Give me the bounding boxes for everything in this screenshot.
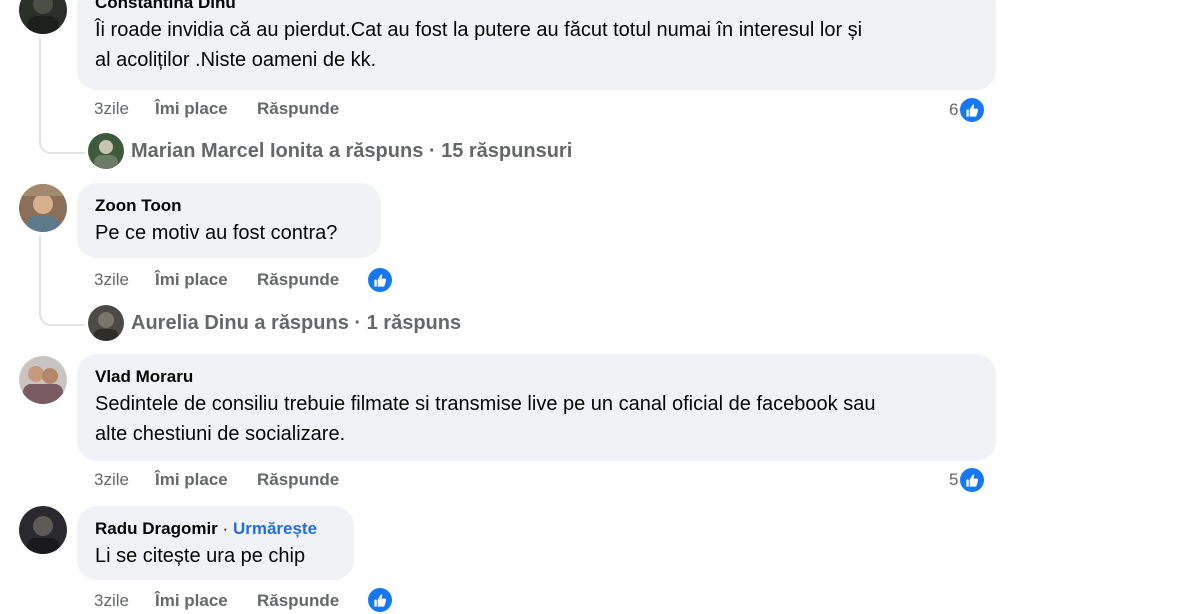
like-button[interactable]: Îmi place (155, 99, 257, 119)
avatar[interactable] (19, 184, 67, 232)
view-replies-link[interactable]: Aurelia Dinu a răspuns · 1 răspuns (88, 305, 461, 341)
like-thumb-icon (958, 96, 987, 124)
comment-bubble: Zoon Toon Pe ce motiv au fost contra? (77, 183, 381, 258)
reply-button[interactable]: Răspunde (257, 470, 339, 490)
follow-button[interactable]: Urmărește (233, 519, 317, 538)
thread-elbow (39, 290, 85, 326)
reaction-count-text: 5 (949, 470, 959, 489)
avatar[interactable] (19, 356, 67, 404)
like-thumb-icon (958, 466, 987, 494)
reaction-count[interactable]: 5 (949, 466, 987, 494)
comment-timestamp[interactable]: 3zile (94, 270, 155, 290)
like-button[interactable]: Îmi place (155, 470, 257, 490)
reaction-count-text: 6 (949, 100, 959, 119)
reaction-count[interactable]: 6 (949, 96, 987, 124)
comment-actions: 3zile Îmi place Răspunde (94, 270, 339, 290)
comment-text: Li se citește ura pe chip (95, 545, 306, 567)
thread-elbow (39, 118, 85, 154)
like-button[interactable]: Îmi place (155, 591, 257, 611)
comment-timestamp[interactable]: 3zile (94, 591, 155, 611)
comment-text: Îi roade invidia că au pierdut.Cat au fo… (95, 19, 863, 41)
reaction-count[interactable] (366, 266, 394, 294)
comment-actions: 3zile Îmi place Răspunde (94, 470, 339, 490)
comment-bubble: Radu Dragomir · Urmărește Li se citește … (77, 506, 354, 580)
comment-text: Sedintele de consiliu trebuie filmate si… (95, 393, 876, 415)
reply-button[interactable]: Răspunde (257, 591, 339, 611)
avatar (88, 133, 124, 169)
comment-author[interactable]: Constantina Dinu (95, 0, 978, 14)
comment-text: alte chestiuni de socializare. (95, 423, 346, 445)
comment-timestamp[interactable]: 3zile (94, 99, 155, 119)
like-button[interactable]: Îmi place (155, 270, 257, 290)
comment-timestamp[interactable]: 3zile (94, 470, 155, 490)
comment-actions: 3zile Îmi place Răspunde (94, 591, 339, 611)
comment-author-row: Radu Dragomir · Urmărește (95, 518, 336, 540)
like-thumb-icon (366, 266, 394, 294)
comment-author[interactable]: Radu Dragomir (95, 519, 218, 538)
avatar[interactable] (19, 0, 67, 34)
separator-dot: · (222, 519, 229, 538)
view-replies-link[interactable]: Marian Marcel Ionita a răspuns · 15 răsp… (88, 133, 572, 169)
avatar (88, 305, 124, 341)
comment-text: Pe ce motiv au fost contra? (95, 222, 338, 244)
avatar[interactable] (19, 506, 67, 554)
reply-button[interactable]: Răspunde (257, 270, 339, 290)
comment-bubble: Constantina Dinu Îi roade invidia că au … (77, 0, 996, 90)
reply-button[interactable]: Răspunde (257, 99, 339, 119)
replies-summary: Aurelia Dinu a răspuns · 1 răspuns (131, 311, 462, 334)
comment-author[interactable]: Zoon Toon (95, 195, 363, 217)
comment-actions: 3zile Îmi place Răspunde (94, 99, 339, 119)
comment-text: al acoliților .Niste oameni de kk. (95, 49, 377, 71)
replies-summary: Marian Marcel Ionita a răspuns · 15 răsp… (131, 139, 573, 162)
comment-author[interactable]: Vlad Moraru (95, 366, 978, 388)
comment-bubble: Vlad Moraru Sedintele de consiliu trebui… (77, 354, 996, 461)
